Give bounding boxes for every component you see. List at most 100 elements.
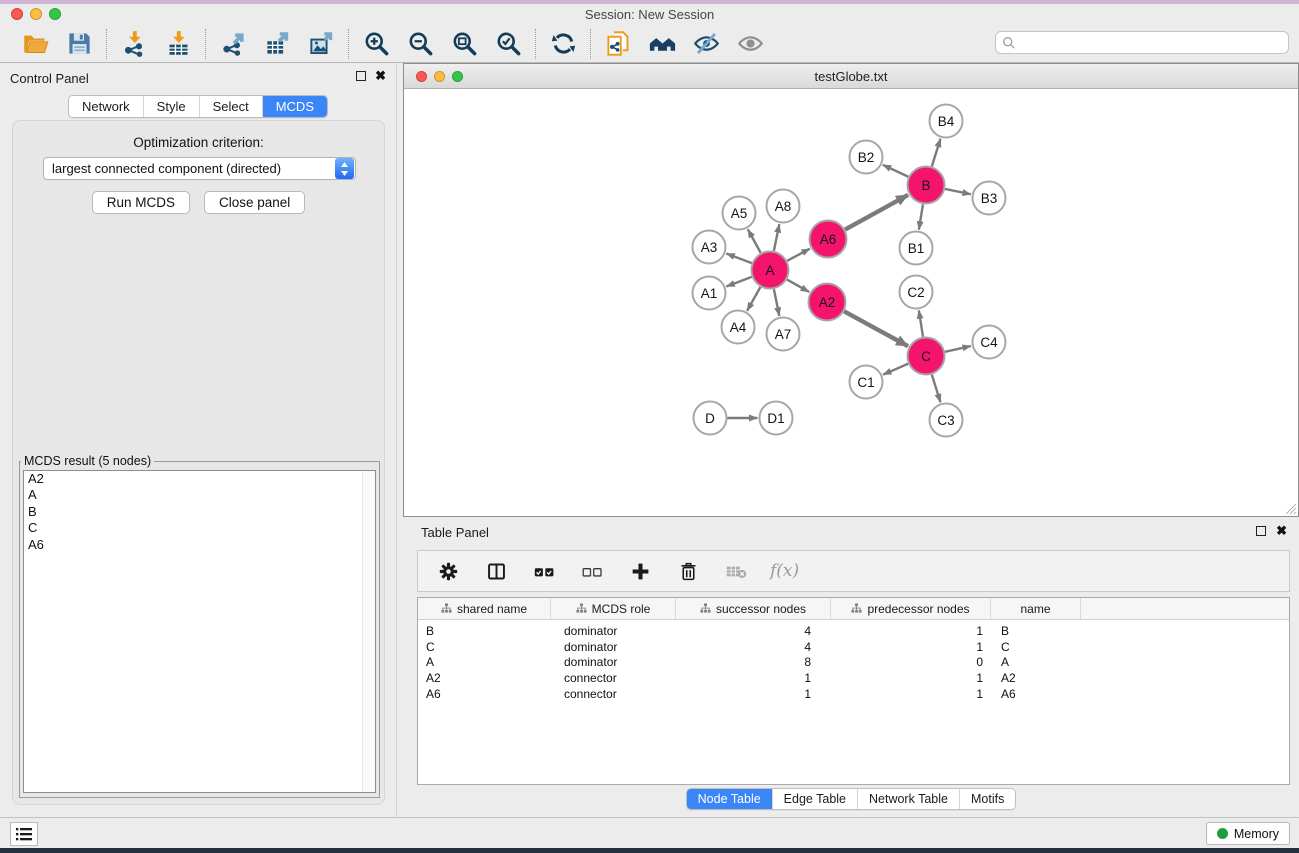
mcds-result-title: MCDS result (5 nodes) (21, 454, 154, 468)
table-row[interactable]: A2connector11A2 (418, 670, 1289, 686)
network-minimize-button[interactable] (434, 71, 445, 82)
delete-table-button[interactable] (722, 556, 750, 586)
graph-edge-A-A7[interactable] (774, 289, 779, 316)
mcds-result-item[interactable]: A2 (24, 471, 375, 487)
table-cell: connector (551, 670, 676, 686)
graph-edge-A6-B[interactable] (845, 195, 908, 230)
table-row[interactable]: Cdominator41C (418, 639, 1289, 655)
tab-select[interactable]: Select (199, 96, 262, 117)
function-builder-button[interactable]: f(x) (770, 561, 799, 581)
graph-node-label: A2 (819, 295, 836, 310)
resize-grip-icon[interactable] (1283, 501, 1297, 515)
delete-column-button[interactable] (674, 556, 702, 586)
zoom-selected-button[interactable] (489, 27, 527, 61)
scrollbar-track[interactable] (362, 471, 375, 792)
table-cell: A2 (418, 670, 551, 686)
tab-style[interactable]: Style (143, 96, 199, 117)
network-close-button[interactable] (416, 71, 427, 82)
show-columns-button[interactable] (482, 556, 510, 586)
graph-edge-A-A3[interactable] (726, 254, 751, 264)
add-column-button[interactable] (626, 556, 654, 586)
close-window-button[interactable] (11, 8, 23, 20)
clone-network-icon (605, 30, 632, 57)
network-zoom-button[interactable] (452, 71, 463, 82)
memory-status-icon (1217, 828, 1228, 839)
criterion-select[interactable]: largest connected component (directed) (43, 157, 356, 180)
graph-node-label: C4 (980, 335, 998, 350)
column-header-name[interactable]: name (991, 598, 1081, 619)
table-row[interactable]: A6connector11A6 (418, 686, 1289, 702)
column-header-shared-name[interactable]: shared name (418, 598, 551, 619)
export-table-button[interactable] (258, 27, 296, 61)
network-graph-canvas[interactable]: B4B2BB3A8A5A6A3B1AC2A1A2A4A7C4CC1DD1C3 (404, 89, 1298, 516)
mcds-result-item[interactable]: A (24, 487, 375, 503)
table-settings-button[interactable] (434, 556, 462, 586)
graph-node-label: C1 (857, 375, 874, 390)
close-panel-button[interactable]: Close panel (204, 191, 305, 214)
import-table-button[interactable] (159, 27, 197, 61)
column-header-predecessor-nodes[interactable]: predecessor nodes (831, 598, 991, 619)
graph-edge-C-C2[interactable] (919, 310, 923, 336)
table-panel-title: Table Panel (421, 525, 489, 540)
graph-edge-B-B3[interactable] (945, 189, 971, 194)
memory-button[interactable]: Memory (1206, 822, 1290, 845)
graph-edge-A-A4[interactable] (747, 287, 760, 311)
select-all-button[interactable] (530, 556, 558, 586)
zoom-in-button[interactable] (357, 27, 395, 61)
mcds-result-item[interactable]: C (24, 520, 375, 536)
graph-edge-B-B4[interactable] (932, 139, 941, 167)
graph-edge-A-A6[interactable] (787, 249, 810, 261)
mcds-result-item[interactable]: B (24, 504, 375, 520)
run-mcds-button[interactable]: Run MCDS (92, 191, 190, 214)
float-panel-icon[interactable] (356, 71, 366, 81)
graph-edge-C-C4[interactable] (945, 346, 971, 352)
close-table-panel-icon[interactable]: ✖ (1276, 525, 1287, 537)
tab-network-table[interactable]: Network Table (857, 789, 959, 809)
first-neighbors-button[interactable] (643, 27, 681, 61)
table-row[interactable]: Bdominator41B (418, 623, 1289, 639)
table-header-row: shared nameMCDS rolesuccessor nodesprede… (418, 598, 1289, 620)
tab-edge-table[interactable]: Edge Table (772, 789, 857, 809)
zoom-out-button[interactable] (401, 27, 439, 61)
table-row[interactable]: Adominator80A (418, 655, 1289, 671)
graph-edge-C-C1[interactable] (883, 364, 908, 375)
import-network-button[interactable] (115, 27, 153, 61)
mcds-result-item[interactable]: A6 (24, 537, 375, 553)
graph-edge-A-A2[interactable] (787, 280, 809, 292)
table-cell: 1 (831, 686, 991, 702)
graph-edge-A-A5[interactable] (748, 229, 761, 253)
graph-edge-C-C3[interactable] (932, 375, 941, 403)
hide-selected-button[interactable] (687, 27, 725, 61)
save-session-button[interactable] (60, 27, 98, 61)
clone-network-button[interactable] (599, 27, 637, 61)
zoom-window-button[interactable] (49, 8, 61, 20)
table-cell: B (991, 623, 1081, 639)
column-header-MCDS-role[interactable]: MCDS role (551, 598, 676, 619)
tab-network[interactable]: Network (69, 96, 143, 117)
column-header-successor-nodes[interactable]: successor nodes (676, 598, 831, 619)
zoom-fit-button[interactable] (445, 27, 483, 61)
export-image-button[interactable] (302, 27, 340, 61)
close-panel-icon[interactable]: ✖ (375, 70, 386, 82)
table-panel: Table Panel ✖ (403, 517, 1299, 817)
tab-mcds[interactable]: MCDS (262, 96, 327, 117)
search-input[interactable] (1016, 33, 1288, 52)
graph-node-label: D1 (767, 411, 784, 426)
graph-edge-A-A8[interactable] (774, 224, 779, 251)
minimize-window-button[interactable] (30, 8, 42, 20)
tab-motifs[interactable]: Motifs (959, 789, 1015, 809)
open-file-button[interactable] (16, 27, 54, 61)
criterion-selected-value: largest connected component (directed) (44, 161, 335, 176)
graph-edge-B-B2[interactable] (883, 165, 909, 177)
show-all-button[interactable] (731, 27, 769, 61)
tab-node-table[interactable]: Node Table (687, 789, 772, 809)
graph-edge-B-B1[interactable] (919, 204, 923, 229)
task-history-button[interactable] (10, 822, 38, 846)
graph-edge-A2-C[interactable] (844, 311, 908, 346)
refresh-button[interactable] (544, 27, 582, 61)
status-bar: Memory (0, 817, 1299, 848)
deselect-all-button[interactable] (578, 556, 606, 586)
float-table-panel-icon[interactable] (1256, 526, 1266, 536)
export-network-button[interactable] (214, 27, 252, 61)
graph-edge-A-A1[interactable] (726, 277, 751, 287)
